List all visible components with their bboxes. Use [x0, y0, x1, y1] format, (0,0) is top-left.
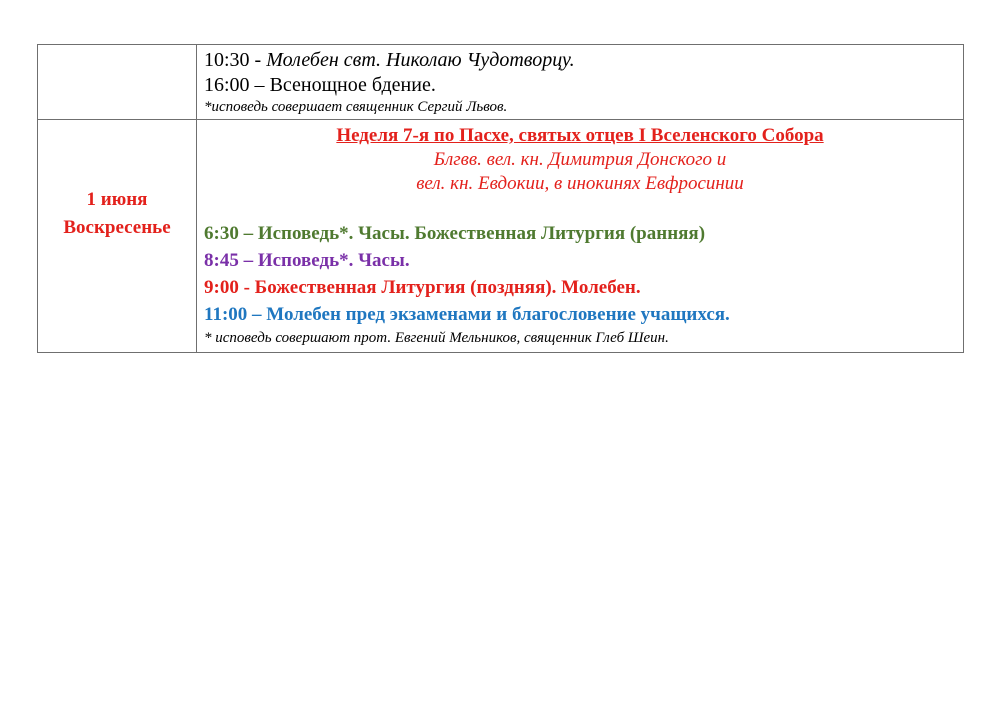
- confession-note: * исповедь совершают прот. Евгений Мельн…: [204, 330, 669, 346]
- saints-line-2: вел. кн. Евдокии, в инокинях Евфросинии: [416, 173, 744, 194]
- confession-note: *исповедь совершает священник Сергий Льв…: [204, 99, 508, 115]
- services-cell: 10:30 - Молебен свт. Николаю Чудотворцу.…: [196, 44, 964, 120]
- schedule-row-saturday-evening: 10:30 - Молебен свт. Николаю Чудотворцу.…: [37, 44, 964, 120]
- date-cell: 1 июня Воскресенье: [37, 119, 197, 353]
- saints-line-1: Блгвв. вел. кн. Димитрия Донского и: [433, 149, 727, 170]
- service-title: Молебен свт. Николаю Чудотворцу.: [266, 49, 575, 71]
- feast-title: Неделя 7-я по Пасхе, святых отцев I Всел…: [336, 125, 824, 146]
- service-late-liturgy: 9:00 - Божественная Литургия (поздняя). …: [204, 277, 641, 298]
- service-confession-hours: 8:45 – Исповедь*. Часы.: [204, 250, 410, 271]
- service-line-vigil: 16:00 – Всенощное бдение.: [204, 73, 963, 98]
- service-time: 16:00 –: [204, 74, 270, 96]
- services-cell: Неделя 7-я по Пасхе, святых отцев I Всел…: [196, 119, 964, 353]
- service-line-moleben: 10:30 - Молебен свт. Николаю Чудотворцу.: [204, 48, 963, 73]
- service-student-moleben: 11:00 – Молебен пред экзаменами и благос…: [204, 304, 730, 325]
- service-early-liturgy: 6:30 – Исповедь*. Часы. Божественная Лит…: [204, 223, 706, 244]
- schedule-row-sunday: 1 июня Воскресенье Неделя 7-я по Пасхе, …: [37, 119, 964, 353]
- service-title: Всенощное бдение.: [269, 74, 436, 96]
- date-cell-empty: [37, 44, 197, 120]
- schedule-table: 10:30 - Молебен свт. Николаю Чудотворцу.…: [37, 44, 964, 353]
- date-weekday: Воскресенье: [63, 217, 171, 238]
- date-day: 1 июня: [86, 189, 148, 210]
- service-time: 10:30 -: [204, 49, 267, 71]
